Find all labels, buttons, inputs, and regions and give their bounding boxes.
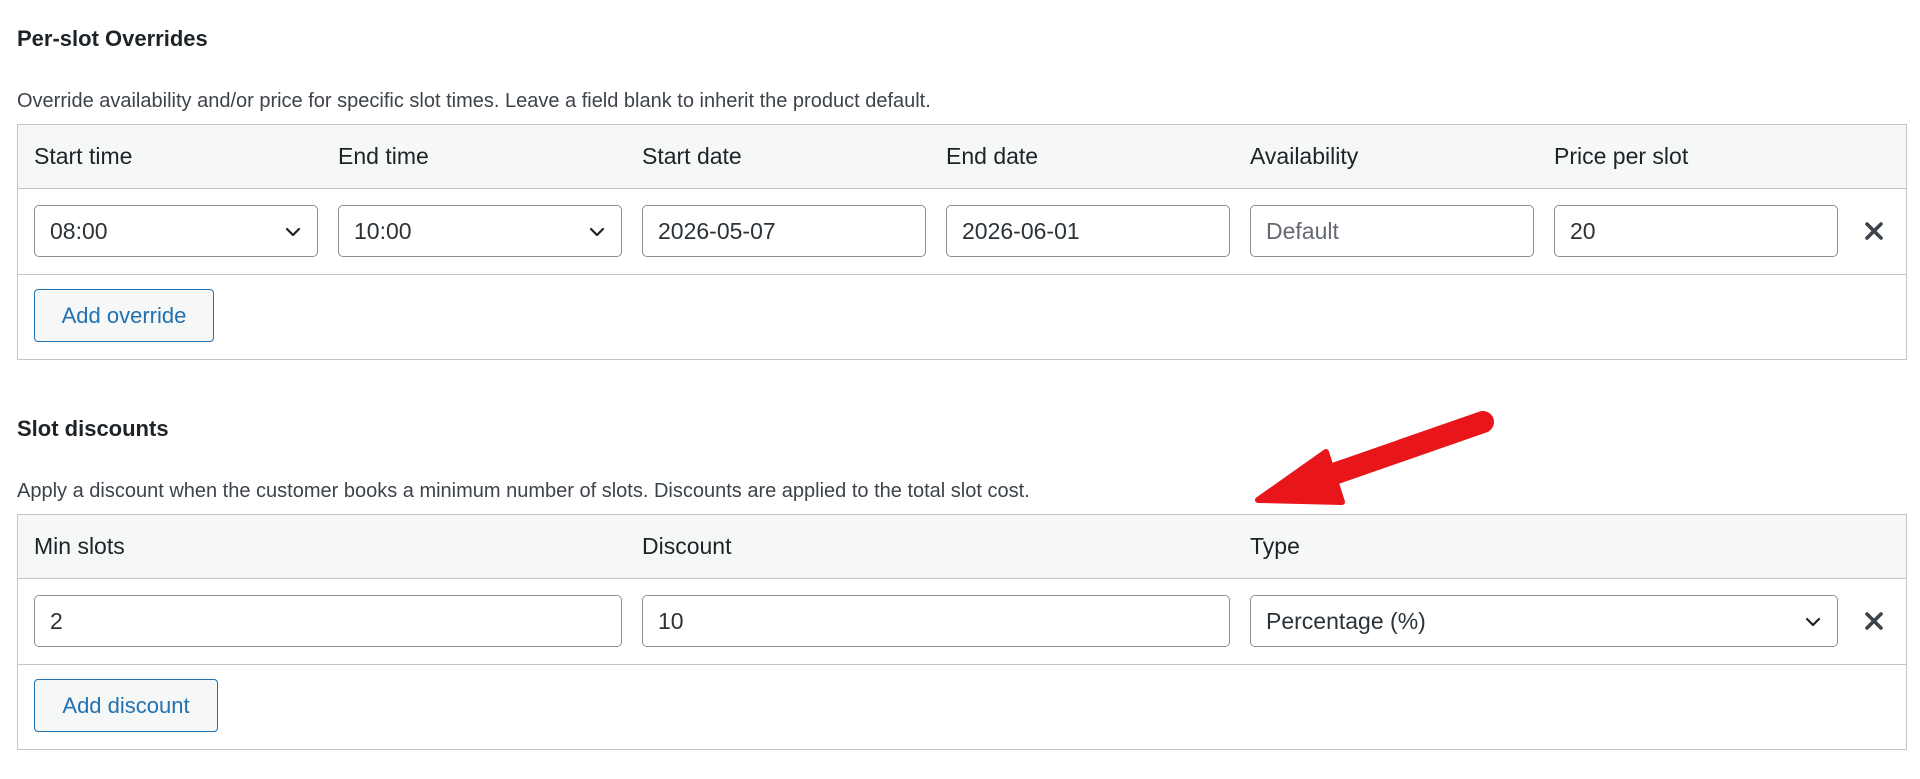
- end-time-select[interactable]: 10:00: [338, 205, 622, 257]
- overrides-table: Start time End time Start date End date …: [17, 124, 1907, 360]
- close-icon[interactable]: [1858, 605, 1890, 637]
- add-override-button[interactable]: Add override: [34, 289, 214, 342]
- price-per-slot-input[interactable]: [1554, 205, 1838, 257]
- col-availability: Availability: [1250, 143, 1359, 169]
- col-discount: Discount: [642, 533, 732, 559]
- chevron-down-icon: [589, 227, 605, 237]
- red-arrow-icon: [1255, 411, 1494, 505]
- close-icon[interactable]: [1858, 215, 1890, 247]
- discounts-title: Slot discounts: [17, 416, 169, 441]
- override-row: 08:00 10:00: [18, 189, 1906, 275]
- chevron-down-icon: [285, 227, 301, 237]
- start-time-value: 08:00: [50, 217, 108, 244]
- col-type: Type: [1250, 533, 1300, 559]
- col-end-time: End time: [338, 143, 429, 169]
- discount-type-value: Percentage (%): [1266, 607, 1426, 634]
- availability-input[interactable]: [1250, 205, 1534, 257]
- discounts-footer: Add discount: [18, 665, 1906, 749]
- chevron-down-icon: [1805, 617, 1821, 627]
- col-end-date: End date: [946, 143, 1039, 169]
- min-slots-input[interactable]: [34, 595, 622, 647]
- discount-row: Percentage (%): [18, 579, 1906, 665]
- start-date-input[interactable]: [642, 205, 926, 257]
- discount-type-select[interactable]: Percentage (%): [1250, 595, 1838, 647]
- end-date-input[interactable]: [946, 205, 1230, 257]
- end-time-value: 10:00: [354, 217, 412, 244]
- add-discount-button[interactable]: Add discount: [34, 679, 218, 732]
- discounts-table: Min slots Discount Type Percentage (%) A…: [17, 514, 1907, 750]
- overrides-footer: Add override: [18, 275, 1906, 359]
- col-start-time: Start time: [34, 143, 133, 169]
- start-time-select[interactable]: 08:00: [34, 205, 318, 257]
- discounts-description: Apply a discount when the customer books…: [17, 480, 1030, 502]
- overrides-title: Per-slot Overrides: [17, 26, 208, 51]
- discount-input[interactable]: [642, 595, 1230, 647]
- overrides-description: Override availability and/or price for s…: [17, 90, 931, 112]
- discounts-table-header: Min slots Discount Type: [18, 515, 1906, 579]
- col-start-date: Start date: [642, 143, 742, 169]
- col-price-per-slot: Price per slot: [1554, 143, 1689, 169]
- col-min-slots: Min slots: [34, 533, 125, 559]
- overrides-table-header: Start time End time Start date End date …: [18, 125, 1906, 189]
